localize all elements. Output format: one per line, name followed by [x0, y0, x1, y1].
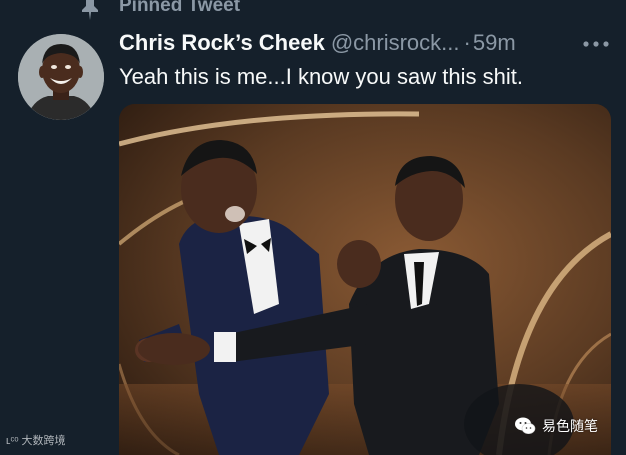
watermark-left: ʟᶜᵒ 大数跨境	[6, 432, 66, 448]
pin-icon	[82, 0, 98, 20]
avatar-image	[18, 34, 104, 120]
tweet-media-image[interactable]	[119, 104, 611, 455]
watermark-left-text: 大数跨境	[21, 435, 66, 447]
more-icon[interactable]	[581, 39, 611, 49]
user-handle[interactable]: @chrisrock...	[331, 30, 460, 55]
tweet-header: Chris Rock’s Cheek @chrisrock... ·59m	[119, 30, 619, 60]
avatar[interactable]	[18, 34, 104, 120]
pinned-tweet-label: Pinned Tweet	[119, 0, 241, 16]
watermark-logo-mark: ʟᶜᵒ	[6, 435, 22, 447]
separator-dot: ·	[463, 30, 471, 55]
display-name[interactable]: Chris Rock’s Cheek	[119, 30, 325, 55]
watermark-right-text: 易色随笔	[542, 419, 598, 435]
tweet-screen: Pinned Tweet Chris Rock’s Cheek @chrisroc…	[0, 0, 626, 455]
oscars-slap-photo	[119, 104, 611, 455]
watermark-right: 易色随笔	[514, 416, 598, 436]
tweet-time[interactable]: 59m	[473, 30, 516, 55]
tweet-text: Yeah this is me...I know you saw this sh…	[119, 64, 523, 89]
wechat-icon	[515, 417, 536, 434]
